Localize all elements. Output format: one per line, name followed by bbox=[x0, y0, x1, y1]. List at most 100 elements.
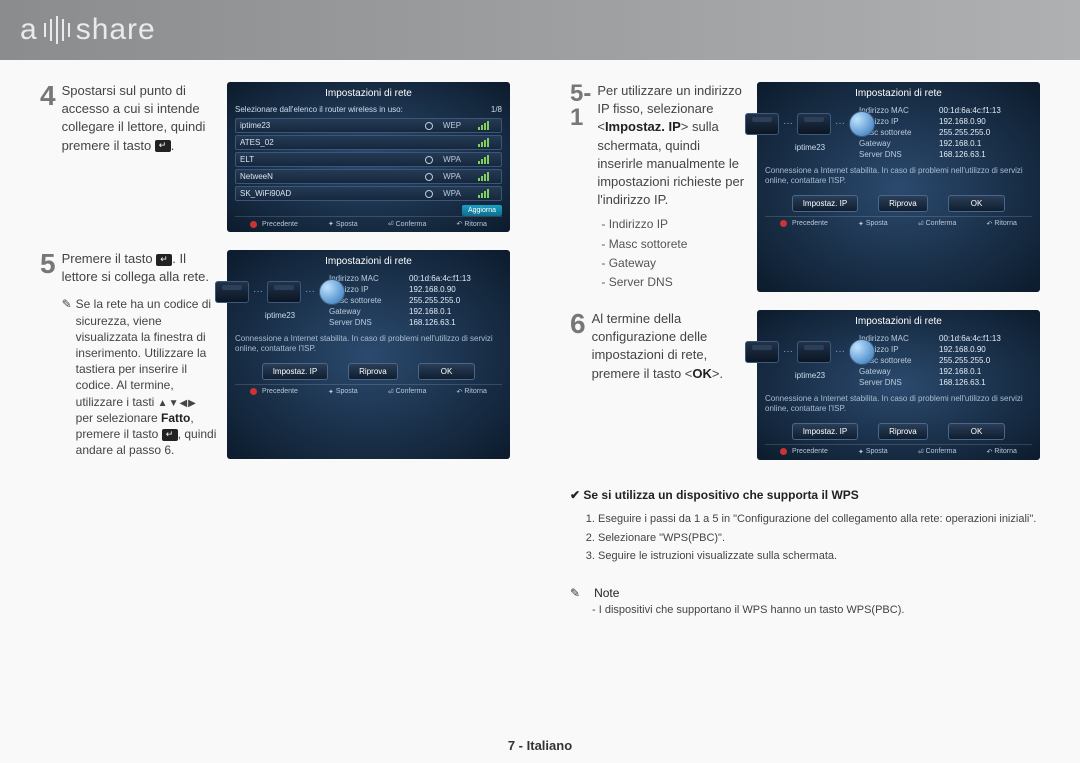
arrow-keys-icon: ▲▼◀▶ bbox=[158, 398, 197, 409]
ip-info-row: Indirizzo IP192.168.0.90 bbox=[859, 344, 1032, 355]
screenshot-ip-info-c: Impostazioni di rete ··· ··· iptime23 In… bbox=[757, 310, 1040, 460]
router-icon bbox=[797, 113, 831, 135]
red-dot-icon bbox=[780, 448, 787, 455]
enter-icon bbox=[155, 140, 171, 152]
shot-title: Impostazioni di rete bbox=[235, 88, 502, 99]
note-icon: ✎ bbox=[62, 296, 72, 458]
globe-icon bbox=[319, 279, 345, 305]
page-body: 4 Spostarsi sul punto di accesso a cui s… bbox=[0, 60, 1080, 616]
note-title: Note bbox=[594, 586, 619, 600]
shot-nav-row: Precedente ✦Sposta ⏎Conferma ↶Ritorna bbox=[765, 444, 1032, 456]
shot-conn-msg: Connessione a Internet stabilita. In cas… bbox=[235, 334, 502, 355]
ip-info-row: Indirizzo MAC00:1d:6a:4c:f1:13 bbox=[329, 273, 502, 284]
shot-title: Impostazioni di rete bbox=[765, 316, 1032, 327]
wps-section: ✔ Se si utilizza un dispositivo che supp… bbox=[570, 488, 1040, 566]
ip-info-row: Server DNS168.126.63.1 bbox=[859, 149, 1032, 160]
lock-icon bbox=[425, 173, 433, 181]
retry-button[interactable]: Riprova bbox=[348, 363, 398, 380]
ip-info-row: Gateway192.168.0.1 bbox=[859, 366, 1032, 377]
ip-settings-button[interactable]: Impostaz. IP bbox=[792, 195, 858, 212]
step-5-number: 5 bbox=[40, 250, 56, 459]
ip-info-row: Indirizzo IP192.168.0.90 bbox=[329, 284, 502, 295]
wps-step: Seguire le istruzioni visualizzate sulla… bbox=[598, 547, 1040, 566]
signal-icon bbox=[469, 189, 497, 198]
ip-info-row: Server DNS168.126.63.1 bbox=[859, 377, 1032, 388]
ip-field-item: Masc sottorete bbox=[601, 235, 747, 254]
ip-info-row: Indirizzo MAC00:1d:6a:4c:f1:13 bbox=[859, 333, 1032, 344]
signal-icon bbox=[469, 121, 497, 130]
shot-list-page: 1/8 bbox=[491, 105, 502, 114]
router-row[interactable]: NetweeNWPA bbox=[235, 169, 502, 184]
step-5-1-number: 5-1 bbox=[570, 82, 591, 292]
enter-icon bbox=[156, 254, 172, 266]
logo-bars-icon bbox=[42, 16, 72, 44]
router-icon bbox=[797, 341, 831, 363]
ip-info-row: Indirizzo MAC00:1d:6a:4c:f1:13 bbox=[859, 105, 1032, 116]
retry-button[interactable]: Riprova bbox=[878, 195, 928, 212]
check-icon: ✔ bbox=[570, 488, 580, 502]
player-icon bbox=[215, 281, 249, 303]
shot-title: Impostazioni di rete bbox=[235, 256, 502, 267]
retry-button[interactable]: Riprova bbox=[878, 423, 928, 440]
lock-icon bbox=[425, 156, 433, 164]
ssid-label: iptime23 bbox=[795, 143, 825, 152]
logo-text-a: a bbox=[20, 13, 38, 47]
screenshot-ip-info-a: Impostazioni di rete ··· ··· iptime23 In… bbox=[227, 250, 510, 459]
device-icons: ··· ··· iptime23 bbox=[235, 279, 325, 324]
wps-title: Se si utilizza un dispositivo che suppor… bbox=[583, 488, 858, 502]
router-row[interactable]: ELTWPA bbox=[235, 152, 502, 167]
ip-info-row: Masc sottorete255.255.255.0 bbox=[859, 355, 1032, 366]
signal-icon bbox=[469, 138, 497, 147]
ip-info-row: Masc sottorete255.255.255.0 bbox=[859, 127, 1032, 138]
signal-icon bbox=[469, 172, 497, 181]
ok-button[interactable]: OK bbox=[418, 363, 476, 380]
signal-icon bbox=[469, 155, 497, 164]
step-4-number: 4 bbox=[40, 82, 56, 232]
logo-text-b: share bbox=[76, 13, 156, 47]
ip-info-row: Indirizzo IP192.168.0.90 bbox=[859, 116, 1032, 127]
ip-info-row: Gateway192.168.0.1 bbox=[859, 138, 1032, 149]
ip-info-row: Masc sottorete255.255.255.0 bbox=[329, 295, 502, 306]
router-icon bbox=[267, 281, 301, 303]
ip-info-row: Server DNS168.126.63.1 bbox=[329, 317, 502, 328]
note-text: I dispositivi che supportano il WPS hann… bbox=[599, 604, 905, 616]
ok-button[interactable]: OK bbox=[948, 195, 1006, 212]
step-5-1-text: Per utilizzare un indirizzo IP fisso, se… bbox=[597, 82, 747, 292]
shot-nav-row: Precedente ✦Sposta ⏎Conferma ↶Ritorna bbox=[235, 384, 502, 396]
ip-settings-button[interactable]: Impostaz. IP bbox=[262, 363, 328, 380]
screenshot-ip-info-b: Impostazioni di rete ··· ··· iptime23 In… bbox=[757, 82, 1040, 292]
red-dot-icon bbox=[250, 388, 257, 395]
refresh-button[interactable]: Aggiorna bbox=[462, 205, 502, 216]
ssid-label: iptime23 bbox=[795, 371, 825, 380]
right-column: 5-1 Per utilizzare un indirizzo IP fisso… bbox=[570, 82, 1040, 616]
note-section: ✎ Note - I dispositivi che supportano il… bbox=[570, 586, 1040, 616]
ip-info-row: Gateway192.168.0.1 bbox=[329, 306, 502, 317]
step-6: 6 Al termine della configurazione delle … bbox=[570, 310, 1040, 460]
shot-nav-row: Precedente ✦Sposta ⏎Conferma ↶Ritorna bbox=[235, 216, 502, 228]
page-footer: 7 - Italiano bbox=[0, 738, 1080, 753]
note-icon: ✎ bbox=[570, 586, 580, 600]
ok-button[interactable]: OK bbox=[948, 423, 1006, 440]
ip-settings-button[interactable]: Impostaz. IP bbox=[792, 423, 858, 440]
step-6-number: 6 bbox=[570, 310, 586, 460]
router-row[interactable]: SK_WiFi90ADWPA bbox=[235, 186, 502, 201]
screenshot-router-list: Impostazioni di rete Selezionare dall'el… bbox=[227, 82, 510, 232]
device-icons: ··· ··· iptime23 bbox=[765, 339, 855, 384]
globe-icon bbox=[849, 111, 875, 137]
lock-icon bbox=[425, 122, 433, 130]
step-5-text: Premere il tasto . Il lettore si collega… bbox=[62, 250, 217, 459]
device-icons: ··· ··· iptime23 bbox=[765, 111, 855, 156]
router-row[interactable]: iptime23WEP bbox=[235, 118, 502, 133]
shot-title: Impostazioni di rete bbox=[765, 88, 1032, 99]
wps-step: Selezionare "WPS(PBC)". bbox=[598, 529, 1040, 548]
step-4-text: Spostarsi sul punto di accesso a cui si … bbox=[62, 82, 217, 232]
router-row[interactable]: ATES_02 bbox=[235, 135, 502, 150]
shot-conn-msg: Connessione a Internet stabilita. In cas… bbox=[765, 394, 1032, 415]
wps-step: Eseguire i passi da 1 a 5 in "Configuraz… bbox=[598, 510, 1040, 529]
enter-icon bbox=[162, 429, 178, 441]
step-5: 5 Premere il tasto . Il lettore si colle… bbox=[40, 250, 510, 459]
shot-list-header: Selezionare dall'elenco il router wirele… bbox=[235, 105, 403, 114]
player-icon bbox=[745, 113, 779, 135]
globe-icon bbox=[849, 339, 875, 365]
step-6-text: Al termine della configurazione delle im… bbox=[592, 310, 747, 460]
